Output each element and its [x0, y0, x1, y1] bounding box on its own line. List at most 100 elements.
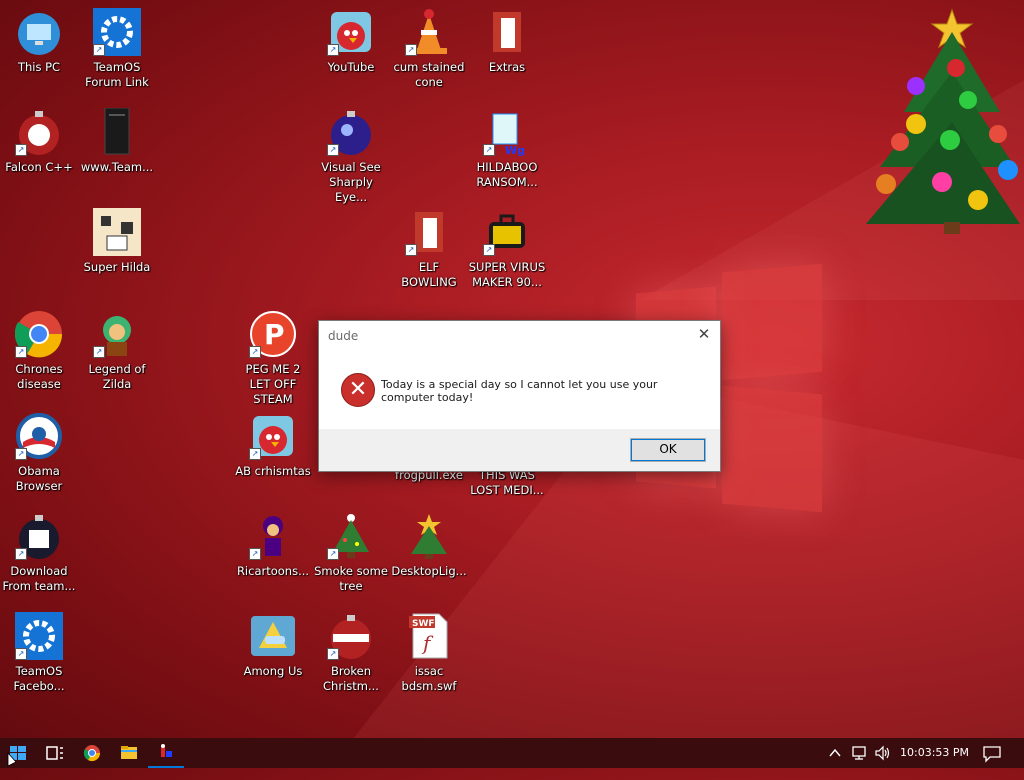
chrome-icon: ↗	[14, 310, 63, 358]
folder-icon	[249, 612, 297, 660]
icon-label: TeamOS Facebo...	[13, 664, 65, 693]
icon-label: PEG ME 2 LET OFF STEAM	[245, 362, 301, 406]
chrome-icon	[83, 745, 101, 762]
ornament-icon: ↗	[327, 612, 375, 660]
desktop-icon-super-hilda[interactable]: Super Hilda	[78, 208, 156, 275]
icon-label: Chrones disease	[15, 362, 63, 391]
icon-label: This PC	[17, 60, 61, 74]
tree-icon	[405, 512, 453, 560]
icon-label: ELF BOWLING	[401, 260, 457, 289]
scroll-icon: Wg ↗	[483, 108, 531, 157]
dialog-title: dude	[328, 329, 359, 343]
peg-p-icon: P ↗	[249, 310, 297, 358]
ornament-icon: ↗	[15, 108, 63, 156]
windows-icon	[7, 746, 26, 767]
icon-label: Falcon C++	[5, 160, 73, 174]
desktop-icon-legend-of-zilda[interactable]: ↗ Legend of Zilda	[78, 310, 156, 392]
bag-icon: ↗	[483, 208, 531, 256]
desktop-icon-hildaboo-ransom[interactable]: Wg ↗ HILDABOO RANSOM...	[468, 108, 546, 190]
taskbar-file-explorer[interactable]	[111, 738, 147, 768]
gift-book-icon: ↗	[405, 208, 453, 256]
icon-label: issac bdsm.swf	[401, 664, 457, 693]
icon-label: Super Hilda	[83, 260, 151, 274]
svg-text:Wg: Wg	[505, 144, 525, 156]
icon-label: Visual See Sharply Eye...	[321, 160, 381, 204]
icon-label: HILDABOO RANSOM...	[476, 160, 538, 189]
error-dialog: dude ✕ ✕ Today is a special day so I can…	[318, 320, 721, 472]
app-icon	[161, 744, 172, 757]
desktop-icon-broken-christmas[interactable]: ↗ Broken Christm...	[312, 612, 390, 694]
ok-button[interactable]: OK	[630, 438, 706, 462]
flash-file-icon: SWF f	[405, 612, 453, 660]
christmas-tree-decoration	[866, 8, 1020, 234]
icon-label: www.Team...	[80, 160, 154, 174]
pixel-character-icon	[93, 208, 141, 256]
volume-icon[interactable]	[873, 738, 891, 768]
dialog-footer: OK	[319, 429, 720, 471]
desktop-icon-ricartoons[interactable]: ↗ Ricartoons...	[234, 512, 312, 579]
gift-book-icon	[483, 8, 531, 56]
svg-text:P: P	[264, 318, 285, 351]
desktop-icon-peg-me[interactable]: P ↗ PEG ME 2 LET OFF STEAM	[234, 310, 312, 407]
desktop-icon-smoke-some-tree[interactable]: ↗ Smoke some tree	[312, 512, 390, 594]
cone-icon: ↗	[405, 8, 453, 56]
desktop-icon-chrones-disease[interactable]: ↗ Chrones disease	[0, 310, 78, 392]
error-glyph: ✕	[348, 377, 368, 402]
taskbar-app-running[interactable]	[148, 738, 184, 768]
icon-label: Smoke some tree	[314, 564, 388, 593]
clock[interactable]: 10:03:53 PM	[900, 738, 970, 768]
desktop-icon-this-pc[interactable]: This PC	[0, 8, 78, 75]
desktop-icon-teamos-facebook[interactable]: ↗ TeamOS Facebo...	[0, 612, 78, 694]
desktop-icon-super-virus-maker[interactable]: ↗ SUPER VIRUS MAKER 90...	[468, 208, 546, 290]
taskbar: 10:03:53 PM	[0, 738, 1024, 768]
icon-label: Legend of Zilda	[88, 362, 146, 391]
desktop-icon-desktoplights[interactable]: DesktopLig...	[390, 512, 468, 579]
ornament-icon: ↗	[327, 108, 375, 156]
folder-icon	[121, 746, 137, 759]
desktop-icon-download-from-team[interactable]: ↗ Download From team...	[0, 512, 78, 594]
tray-chevron-up-icon[interactable]	[828, 738, 842, 768]
desktop-icon-youtube[interactable]: ↗ YouTube	[312, 8, 390, 75]
desktop-icon-obama-browser[interactable]: ↗ Obama Browser	[0, 412, 78, 494]
desktop-icon-extras[interactable]: Extras	[468, 8, 546, 75]
icon-label: Obama Browser	[15, 464, 63, 493]
icon-label: Extras	[488, 60, 526, 74]
desktop-icon-www-team[interactable]: www.Team...	[78, 107, 156, 175]
desktop-icon-ab-crhismtas[interactable]: ↗ AB crhismtas	[234, 412, 312, 479]
character-icon: ↗	[249, 512, 297, 560]
desktop-icon-falcon-cpp[interactable]: ↗ Falcon C++	[0, 108, 78, 175]
desktop-icon-teamos-forum-link[interactable]: ↗ TeamOS Forum Link	[78, 8, 156, 90]
desktop-icon-elf-bowling[interactable]: ↗ ELF BOWLING	[390, 208, 468, 290]
icon-label: cum stained cone	[393, 60, 465, 89]
icon-label: DesktopLig...	[391, 564, 467, 578]
ornament-icon: ↗	[15, 512, 63, 560]
start-button[interactable]	[0, 738, 36, 768]
gear-icon: ↗	[15, 612, 63, 660]
icon-label: YouTube	[327, 60, 375, 74]
swf-badge: SWF	[412, 619, 435, 629]
taskbar-chrome[interactable]	[74, 738, 110, 768]
desktop-icon-among-us[interactable]: Among Us	[234, 612, 312, 679]
close-icon[interactable]: ✕	[696, 326, 712, 342]
icon-label: AB crhismtas	[235, 464, 311, 478]
gear-icon: ↗	[93, 8, 141, 56]
task-view-icon	[46, 746, 63, 760]
icon-label: Ricartoons...	[236, 564, 310, 578]
tree-icon: ↗	[327, 512, 375, 560]
task-view-button[interactable]	[36, 738, 72, 768]
icon-label: THIS WAS LOST MEDI...	[470, 468, 544, 497]
network-icon[interactable]	[850, 738, 868, 768]
error-icon: ✕	[341, 373, 375, 407]
document-icon	[93, 107, 141, 156]
icon-label: TeamOS Forum Link	[85, 60, 149, 89]
obama-logo-icon: ↗	[15, 412, 63, 460]
character-icon: ↗	[93, 310, 141, 358]
computer-icon	[15, 8, 63, 56]
desktop-icon-visual-see-sharply[interactable]: ↗ Visual See Sharply Eye...	[312, 108, 390, 205]
icon-label: Download From team...	[2, 564, 76, 593]
desktop-icon-issac-swf[interactable]: SWF f issac bdsm.swf	[390, 612, 468, 694]
action-center-icon[interactable]	[980, 738, 1004, 768]
icon-label: Among Us	[243, 664, 303, 678]
desktop-icon-cone[interactable]: ↗ cum stained cone	[390, 8, 468, 90]
dialog-message: Today is a special day so I cannot let y…	[381, 378, 658, 404]
